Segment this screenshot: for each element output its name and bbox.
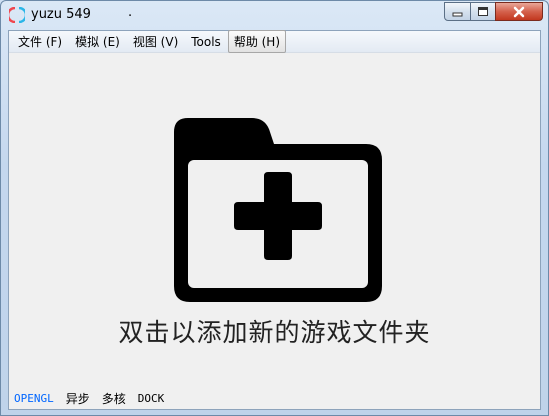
menu-tools[interactable]: Tools (185, 32, 227, 52)
menu-file[interactable]: 文件 (F) (12, 30, 68, 53)
menu-help[interactable]: 帮助 (H) (227, 30, 287, 53)
add-folder-hint: 双击以添加新的游戏文件夹 (118, 318, 431, 347)
renderer-toggle[interactable]: OPENGL (14, 392, 54, 405)
folder-add-icon[interactable] (174, 118, 382, 308)
maximize-button[interactable] (470, 2, 496, 21)
main-client-area: 文件 (F) 模拟 (E) 视图 (V) Tools 帮助 (H) 双击以添加新… (8, 30, 541, 410)
yuzu-logo-icon (9, 7, 25, 23)
menu-emulation[interactable]: 模拟 (E) (69, 30, 126, 53)
menu-bar: 文件 (F) 模拟 (E) 视图 (V) Tools 帮助 (H) (9, 30, 540, 53)
game-list-area[interactable]: 双击以添加新的游戏文件夹 (9, 53, 540, 383)
menu-view[interactable]: 视图 (V) (127, 30, 184, 53)
close-button[interactable] (495, 2, 543, 21)
async-toggle[interactable]: 异步 (66, 390, 90, 407)
status-bar: OPENGL 异步 多核 DOCK (9, 387, 540, 409)
dock-toggle[interactable]: DOCK (138, 392, 165, 405)
app-window: yuzu 549 . 文件 (F) 模拟 (E) 视图 (V) Tools 帮助… (0, 0, 549, 416)
window-title: yuzu 549 (31, 7, 91, 22)
window-title-extra: . (128, 5, 133, 20)
title-bar[interactable]: yuzu 549 . (1, 1, 548, 30)
close-icon (513, 6, 525, 17)
maximize-icon (478, 7, 488, 16)
minimize-button[interactable] (444, 2, 471, 21)
multicore-toggle[interactable]: 多核 (102, 390, 126, 407)
minimize-icon (452, 12, 462, 16)
